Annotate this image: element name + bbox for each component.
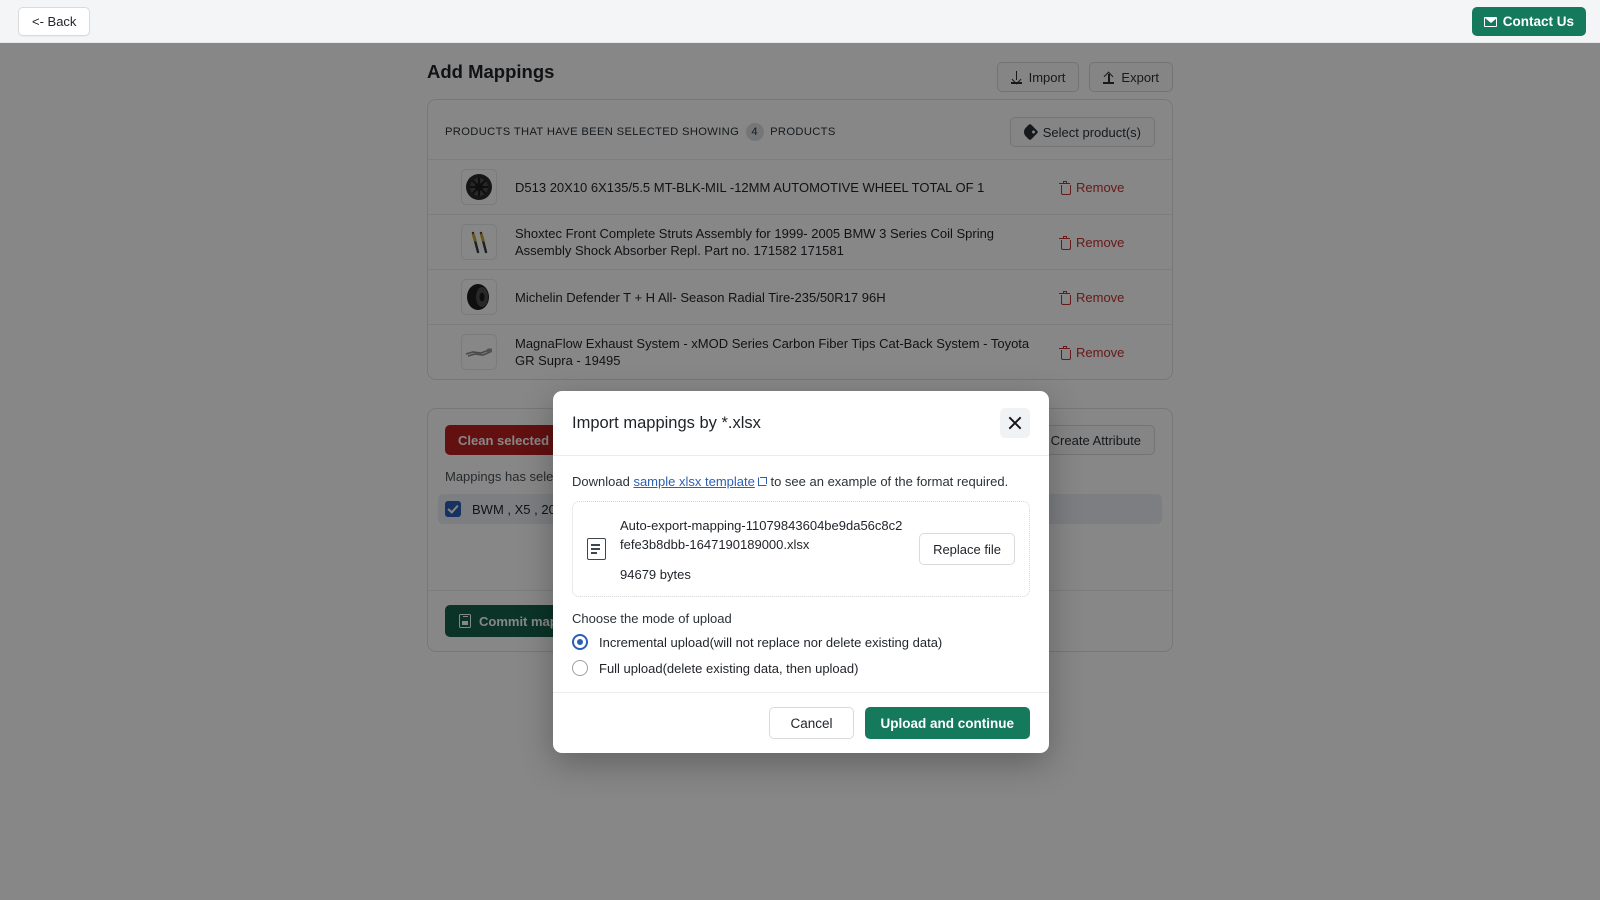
contact-us-button[interactable]: Contact Us bbox=[1472, 7, 1586, 36]
dialog-footer: Cancel Upload and continue bbox=[553, 692, 1049, 753]
import-mappings-dialog: Import mappings by *.xlsx Download sampl… bbox=[553, 391, 1049, 753]
download-template-line: Download sample xlsx template to see an … bbox=[572, 474, 1030, 489]
radio-full-indicator[interactable] bbox=[572, 660, 588, 676]
mail-icon bbox=[1484, 17, 1497, 27]
file-document-icon bbox=[587, 538, 606, 560]
download-prefix: Download bbox=[572, 474, 630, 489]
file-dropzone[interactable]: Auto-export-mapping-11079843604be9da56c8… bbox=[572, 501, 1030, 597]
radio-full-label: Full upload(delete existing data, then u… bbox=[599, 661, 858, 676]
contact-us-label: Contact Us bbox=[1503, 7, 1574, 36]
upload-mode-label: Choose the mode of upload bbox=[572, 611, 1030, 626]
top-bar: <- Back Contact Us bbox=[0, 0, 1600, 43]
dialog-header: Import mappings by *.xlsx bbox=[553, 391, 1049, 456]
close-icon[interactable] bbox=[1000, 408, 1030, 438]
replace-file-button[interactable]: Replace file bbox=[919, 533, 1015, 565]
sample-template-link[interactable]: sample xlsx template bbox=[633, 474, 754, 489]
upload-and-continue-button[interactable]: Upload and continue bbox=[865, 707, 1031, 739]
dialog-title: Import mappings by *.xlsx bbox=[572, 414, 761, 433]
external-link-icon bbox=[758, 477, 767, 486]
back-button[interactable]: <- Back bbox=[18, 7, 90, 36]
file-meta: Auto-export-mapping-11079843604be9da56c8… bbox=[620, 516, 905, 582]
app-root: <- Back Contact Us Add Mappings Import E… bbox=[0, 0, 1600, 900]
file-name: Auto-export-mapping-11079843604be9da56c8… bbox=[620, 516, 905, 554]
cancel-button[interactable]: Cancel bbox=[769, 707, 853, 739]
radio-incremental-upload[interactable]: Incremental upload(will not replace nor … bbox=[572, 634, 1030, 650]
radio-full-upload[interactable]: Full upload(delete existing data, then u… bbox=[572, 660, 1030, 676]
download-suffix: to see an example of the format required… bbox=[770, 474, 1008, 489]
radio-incremental-indicator[interactable] bbox=[572, 634, 588, 650]
dialog-body: Download sample xlsx template to see an … bbox=[553, 456, 1049, 692]
radio-incremental-label: Incremental upload(will not replace nor … bbox=[599, 635, 942, 650]
file-size: 94679 bytes bbox=[620, 567, 905, 582]
